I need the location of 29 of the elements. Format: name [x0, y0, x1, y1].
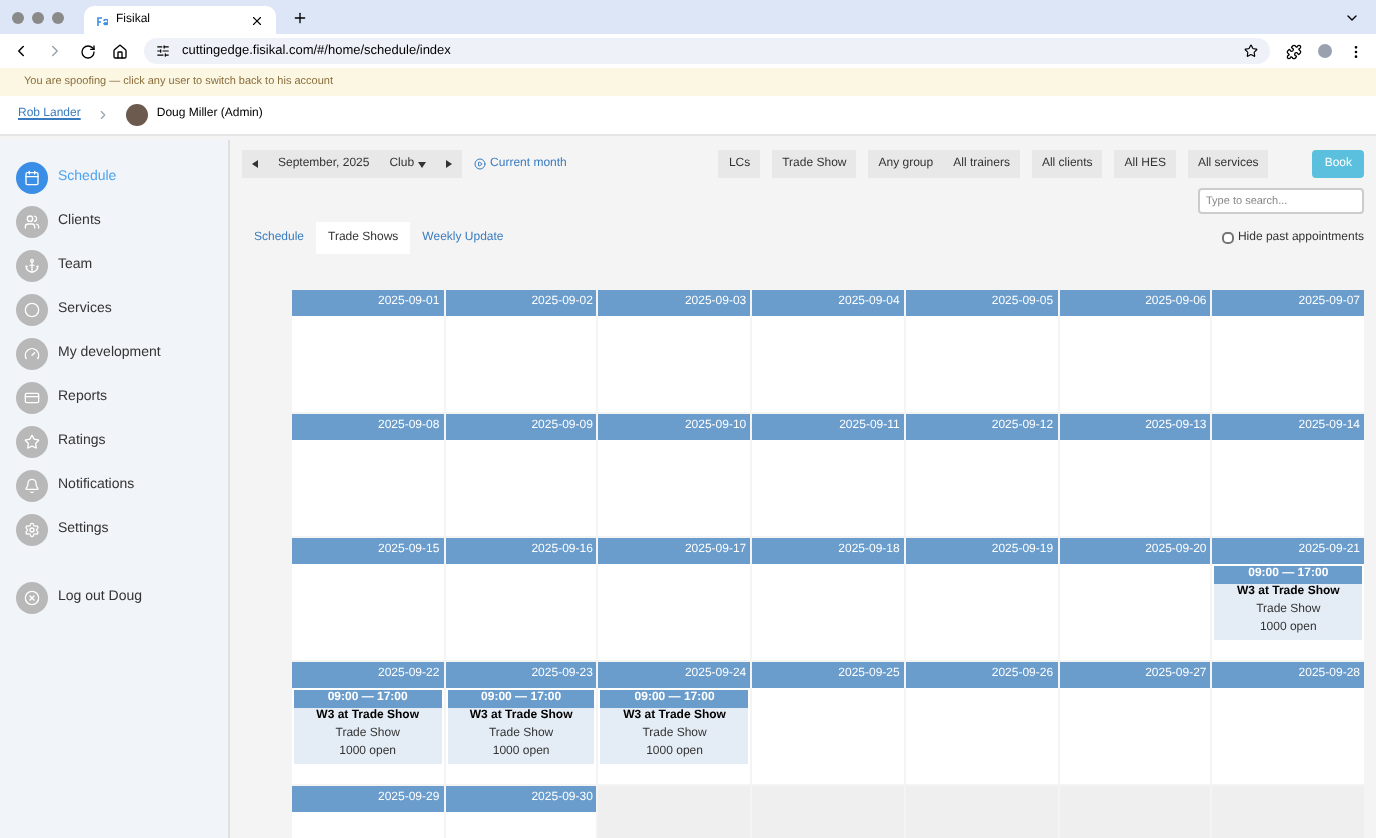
nav-icon: [16, 206, 48, 238]
nav-icon: [16, 250, 48, 282]
current-month-icon: [474, 158, 487, 170]
avatar-icon: [126, 104, 149, 126]
nav-icon: [16, 382, 48, 414]
favicon-icon: [96, 15, 108, 25]
reload-icon[interactable]: [80, 43, 96, 59]
hide-past-checkbox[interactable]: [1221, 232, 1234, 244]
left-triangle-icon: [252, 160, 258, 168]
new-tab-icon[interactable]: [292, 9, 308, 25]
home-icon[interactable]: [112, 43, 128, 59]
right-triangle-icon: [446, 160, 453, 168]
nav-icon: [16, 514, 48, 546]
previous-button[interactable]: [242, 150, 268, 178]
nav-icon: [16, 426, 48, 458]
bookmark-icon[interactable]: [1244, 44, 1258, 58]
back-icon[interactable]: [12, 42, 30, 60]
nav-icon: [16, 294, 48, 326]
nav-icon: [16, 470, 48, 502]
site-settings-icon[interactable]: [156, 44, 170, 58]
nav-icon: [16, 582, 48, 614]
nav-icon: [16, 162, 48, 194]
extensions-icon[interactable]: [1286, 43, 1302, 59]
next-button[interactable]: [436, 150, 463, 178]
caret-icon: [418, 161, 427, 167]
chevron-icon: [96, 108, 111, 122]
profile-icon[interactable]: [1318, 44, 1332, 58]
nav-icon: [16, 338, 48, 370]
close-icon[interactable]: [250, 13, 264, 27]
